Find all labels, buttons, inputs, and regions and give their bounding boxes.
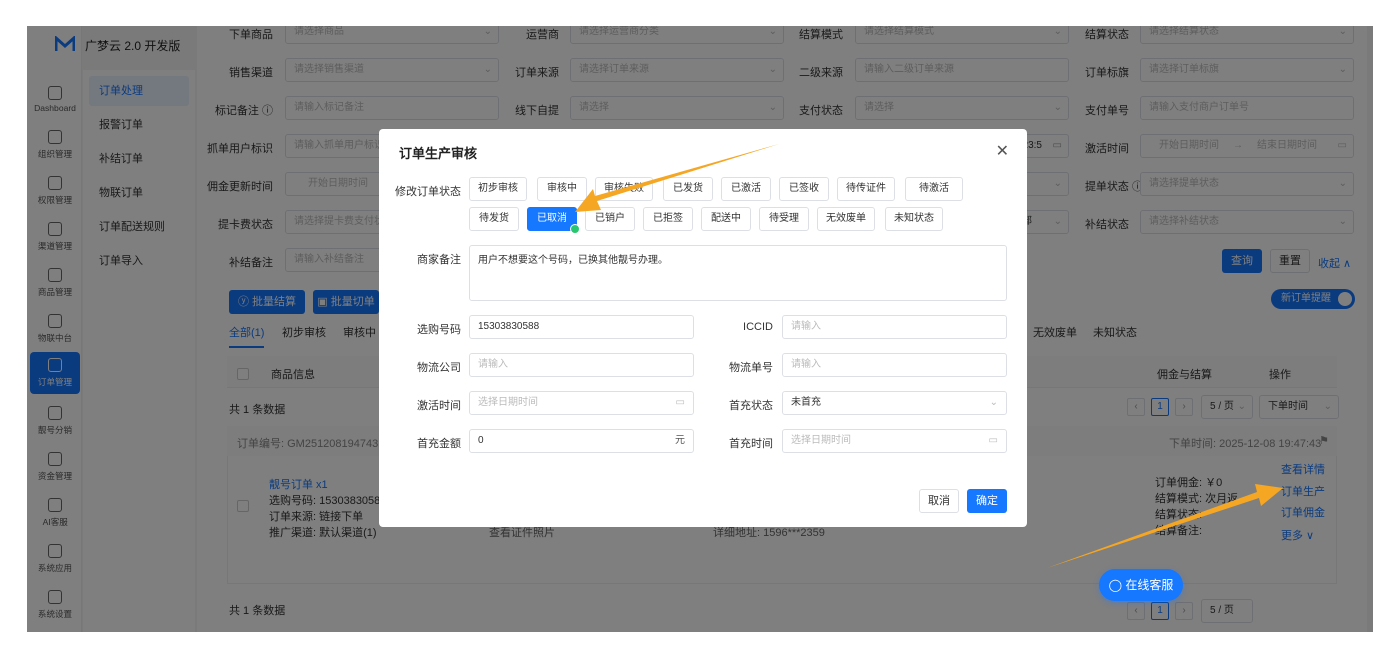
close-icon[interactable]: ✕ [996, 141, 1009, 161]
logistics-company-label: 物流公司 [417, 362, 461, 374]
status-option-label: 初步审核 [478, 183, 518, 194]
currency-unit: 元 [675, 435, 685, 446]
first-charge-time-label: 首充时间 [729, 438, 773, 450]
status-option[interactable]: 审核失败 [595, 177, 653, 201]
calendar-icon: ▭ [988, 435, 998, 446]
status-option-label: 待发货 [479, 213, 509, 224]
status-option-label: 配送中 [711, 213, 741, 224]
first-charge-time-picker[interactable]: 选择日期时间 ▭ [782, 429, 1007, 453]
activation-time-picker[interactable]: 选择日期时间 ▭ [469, 391, 694, 415]
chevron-down-icon: ⌄ [989, 397, 998, 408]
status-option[interactable]: 未知状态 [885, 207, 943, 231]
status-option-label: 已发货 [673, 183, 703, 194]
check-badge-icon [570, 224, 580, 234]
status-option-label: 审核失败 [604, 183, 644, 194]
status-option-label: 无效废单 [826, 213, 866, 224]
logistics-no-input[interactable]: 请输入 [782, 353, 1007, 377]
status-option[interactable]: 无效废单 [817, 207, 875, 231]
status-option[interactable]: 已发货 [663, 177, 713, 201]
status-option-label: 已销户 [595, 213, 625, 224]
status-option[interactable]: 待激活 [905, 177, 963, 201]
calendar-icon: ▭ [675, 397, 685, 408]
logistics-no-label: 物流单号 [729, 362, 773, 374]
status-option[interactable]: 配送中 [701, 207, 751, 231]
cancel-button[interactable]: 取消 [919, 489, 959, 513]
phone-input[interactable]: 15303830588 [469, 315, 694, 339]
status-option[interactable]: 已签收 [779, 177, 829, 201]
merchant-remark-textarea[interactable]: 用户不想要这个号码，已换其他靓号办理。 [469, 245, 1007, 301]
status-option[interactable]: 已取消 [527, 207, 580, 234]
dialog-title: 订单生产审核 [399, 146, 478, 161]
status-option-label: 已取消 [537, 213, 567, 224]
status-option[interactable]: 初步审核 [469, 177, 527, 201]
status-option-label: 待传证件 [846, 183, 886, 194]
order-production-review-dialog: 订单生产审核 ✕ 修改订单状态 初步审核 审核中 审核失败 已发货 已激活 已签收 待传证件… [379, 129, 1027, 527]
activation-time-label: 激活时间 [417, 400, 461, 412]
first-charge-status-label: 首充状态 [729, 400, 773, 412]
status-option[interactable]: 已销户 [585, 207, 635, 231]
remark-label: 商家备注 [417, 254, 461, 266]
phone-label: 选购号码 [417, 324, 461, 336]
first-charge-amount-input[interactable]: 0元 [469, 429, 694, 453]
status-option-label: 待激活 [919, 183, 949, 194]
online-support-button[interactable]: ◯ 在线客服 [1099, 569, 1183, 601]
first-charge-amount-label: 首充金额 [417, 438, 461, 450]
chat-icon: ◯ [1108, 578, 1126, 592]
status-option[interactable]: 待受理 [759, 207, 809, 231]
status-option-label: 已拒签 [653, 213, 683, 224]
status-option[interactable]: 待传证件 [837, 177, 895, 201]
status-option-label: 审核中 [547, 183, 577, 194]
status-option[interactable]: 已激活 [721, 177, 771, 201]
logistics-company-input[interactable]: 请输入 [469, 353, 694, 377]
first-charge-status-select[interactable]: 未首充 ⌄ [782, 391, 1007, 415]
status-option[interactable]: 待发货 [469, 207, 519, 231]
iccid-label: ICCID [743, 321, 773, 333]
app-window: 广梦云 2.0 开发版 Dashboard组织管理权限管理渠道管理商品管理物联中… [27, 26, 1373, 632]
status-option[interactable]: 审核中 [537, 177, 587, 201]
status-option[interactable]: 已拒签 [643, 207, 693, 231]
status-option-label: 已签收 [789, 183, 819, 194]
status-option-label: 待受理 [769, 213, 799, 224]
status-option-label: 已激活 [731, 183, 761, 194]
confirm-button[interactable]: 确定 [967, 489, 1007, 513]
status-label: 修改订单状态 [395, 186, 461, 198]
iccid-input[interactable]: 请输入 [782, 315, 1007, 339]
status-option-label: 未知状态 [894, 213, 934, 224]
